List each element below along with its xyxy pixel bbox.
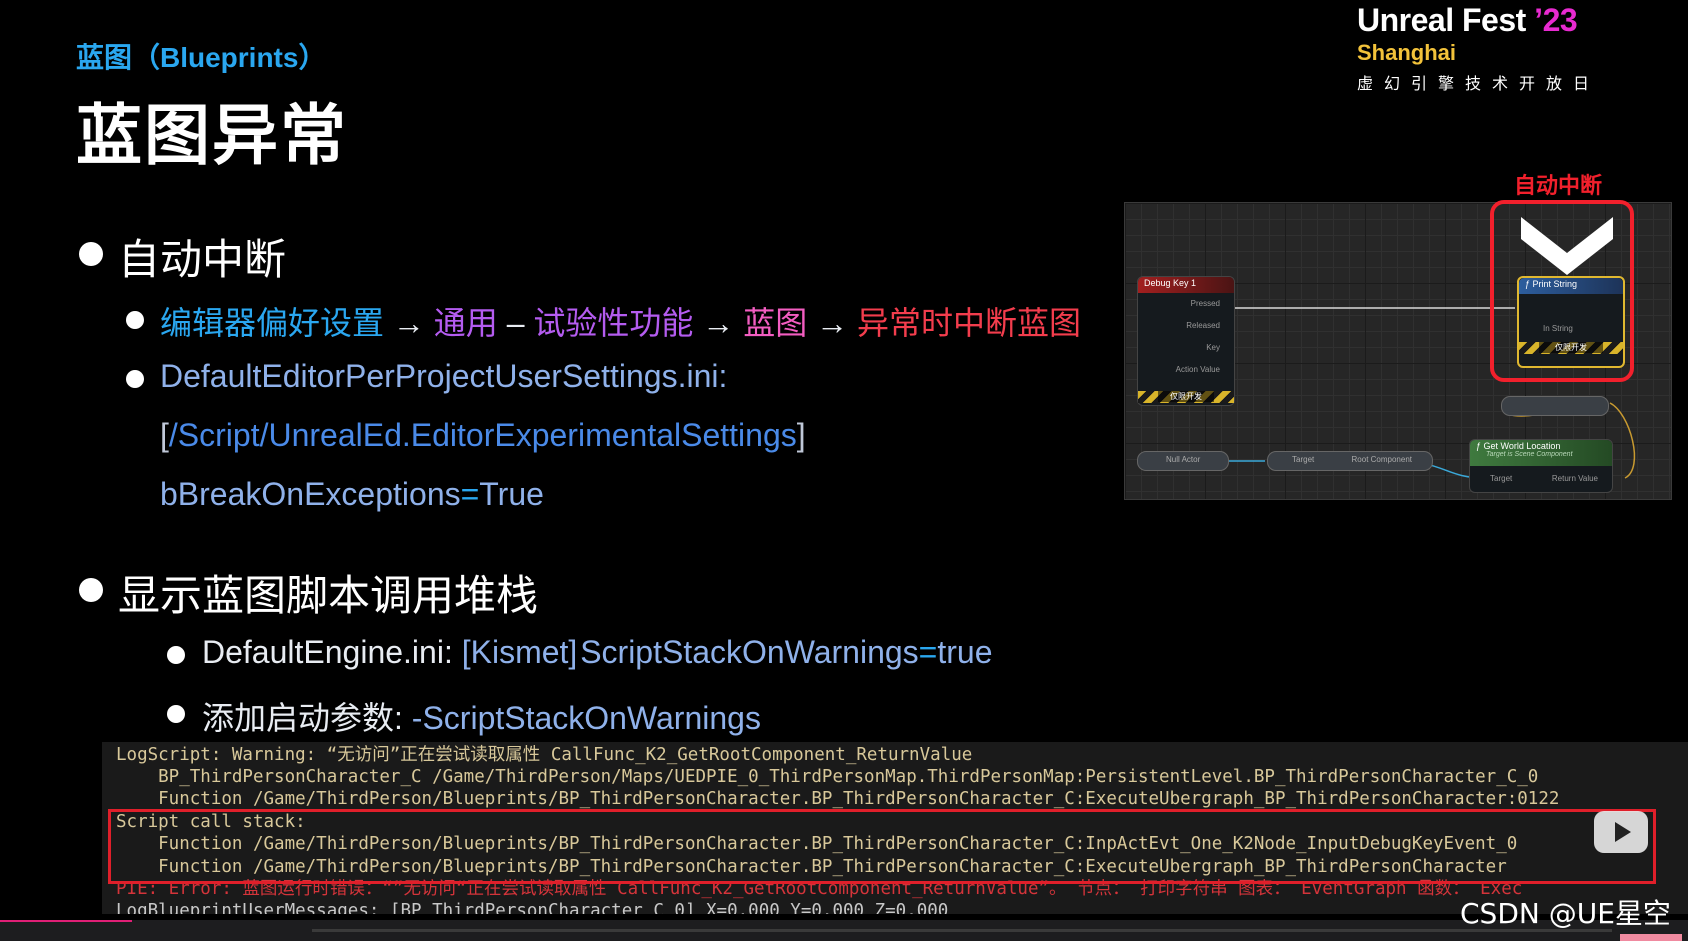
get-world-location-subtitle: Target is Scene Component (1486, 451, 1573, 458)
bracket-close: ] (796, 417, 806, 453)
ini-equals: = (460, 476, 480, 512)
dev-only-stripe: 仅限开发 (1138, 391, 1234, 403)
pin-action-value[interactable]: Action Value (1176, 365, 1220, 374)
pin-return-value[interactable]: Return Value (1552, 474, 1598, 483)
bullet-dot (79, 578, 103, 602)
bullet-dot (126, 311, 144, 329)
arrow-icon: → (702, 305, 735, 341)
log-line: Function /Game/ThirdPerson/Blueprints/BP… (116, 789, 1560, 809)
slide-title: 蓝图异常 (76, 98, 348, 172)
null-actor-label: Null Actor (1166, 455, 1201, 464)
root-component-node[interactable]: Target Root Component (1267, 451, 1433, 471)
engine-ini-section: [Kismet] (461, 634, 578, 670)
path-editor-preferences: 编辑器偏好设置 (160, 305, 385, 341)
event-logo-city: Shanghai (1357, 40, 1457, 65)
bullet-dot (79, 242, 103, 266)
section1-heading: 自动中断 (118, 236, 287, 283)
video-progress-bar[interactable] (0, 920, 1688, 941)
bullet-dot (167, 646, 185, 664)
watermark: CSDN @UE星空 (1460, 897, 1671, 930)
root-component-label: Root Component (1351, 455, 1412, 464)
path-general: 通用 (433, 305, 498, 341)
null-actor-pill[interactable]: Null Actor (1137, 451, 1229, 471)
log-line: LogScript: Warning: “无访问”正在尝试读取属性 CallFu… (116, 745, 973, 765)
progress-indicator (0, 920, 132, 922)
ini-value: True (479, 476, 544, 512)
slide-subtitle: 蓝图（Blueprints） (76, 42, 327, 73)
get-world-location-title: Get World Location (1483, 441, 1561, 451)
ini-section: [/Script/UnrealEd.EditorExperimentalSett… (160, 417, 806, 454)
ini-setting: bBreakOnExceptions=True (160, 476, 544, 513)
engine-ini-value: true (937, 634, 993, 670)
engine-ini-file: DefaultEngine.ini: (202, 634, 453, 670)
path-experimental: 试验性功能 (533, 305, 694, 341)
engine-ini-key: ScriptStackOnWarnings (580, 634, 919, 670)
call-stack-highlight (108, 809, 1656, 884)
event-logo-tagline: 虚幻引擎技术开放日 (1357, 76, 1601, 93)
auto-break-label: 自动中断 (1514, 173, 1603, 198)
progress-marker (1620, 934, 1682, 941)
event-logo-year: ’23 (1534, 2, 1578, 38)
arrow-icon: → (816, 305, 849, 341)
event-logo-title: Unreal Fest ’23 (1357, 2, 1578, 39)
log-line: LogBlueprintUserMessages: [BP_ThirdPerso… (116, 901, 949, 914)
debug-key-node[interactable]: Debug Key 1 Pressed Released Key Action … (1137, 276, 1235, 406)
bullet-dot (167, 705, 185, 723)
settings-path: 编辑器偏好设置 → 通用 – 试验性功能 → 蓝图 → 异常时中断蓝图 (160, 298, 1081, 344)
ini-key: bBreakOnExceptions (160, 476, 461, 512)
pin-pressed[interactable]: Pressed (1191, 299, 1220, 308)
dev-only-label: 仅限开发 (1158, 391, 1214, 402)
log-line: BP_ThirdPersonCharacter_C /Game/ThirdPer… (116, 767, 1539, 787)
launch-arg: -ScriptStackOnWarnings (411, 700, 761, 736)
get-world-location-node[interactable]: ƒ Get World Location Target is Scene Com… (1469, 439, 1613, 493)
ini-file-name: DefaultEditorPerProjectUserSettings.ini: (160, 358, 728, 394)
arrow-icon: → (392, 305, 425, 341)
bullet-dot (126, 370, 144, 388)
path-break-on-exception: 异常时中断蓝图 (856, 305, 1081, 341)
debug-key-node-title: Debug Key 1 (1138, 277, 1234, 293)
string-wire (1609, 402, 1636, 479)
bracket-open: [ (160, 417, 169, 453)
ini-section-name: /Script/UnrealEd.EditorExperimentalSetti… (168, 417, 797, 453)
engine-ini-setting: DefaultEngine.ini: [Kismet] ScriptStackO… (202, 634, 993, 671)
dash-separator: – (506, 305, 525, 341)
play-icon[interactable] (1594, 811, 1648, 853)
section2-heading: 显示蓝图脚本调用堆栈 (118, 572, 539, 619)
pin-released[interactable]: Released (1186, 321, 1220, 330)
auto-break-highlight (1490, 200, 1634, 382)
engine-ini-equals: = (918, 634, 938, 670)
launch-label: 添加启动参数: (202, 700, 403, 736)
path-blueprints: 蓝图 (743, 305, 808, 341)
pin-key[interactable]: Key (1206, 343, 1220, 352)
root-component-target-pin: Target (1292, 455, 1315, 464)
get-world-location-header: ƒ Get World Location Target is Scene Com… (1470, 440, 1612, 466)
pin-target[interactable]: Target (1490, 474, 1512, 483)
event-logo-name: Unreal Fest (1357, 2, 1526, 38)
progress-track[interactable] (312, 929, 1612, 932)
reroute-node[interactable] (1501, 396, 1609, 416)
launch-argument: 添加启动参数: -ScriptStackOnWarnings (202, 693, 761, 739)
